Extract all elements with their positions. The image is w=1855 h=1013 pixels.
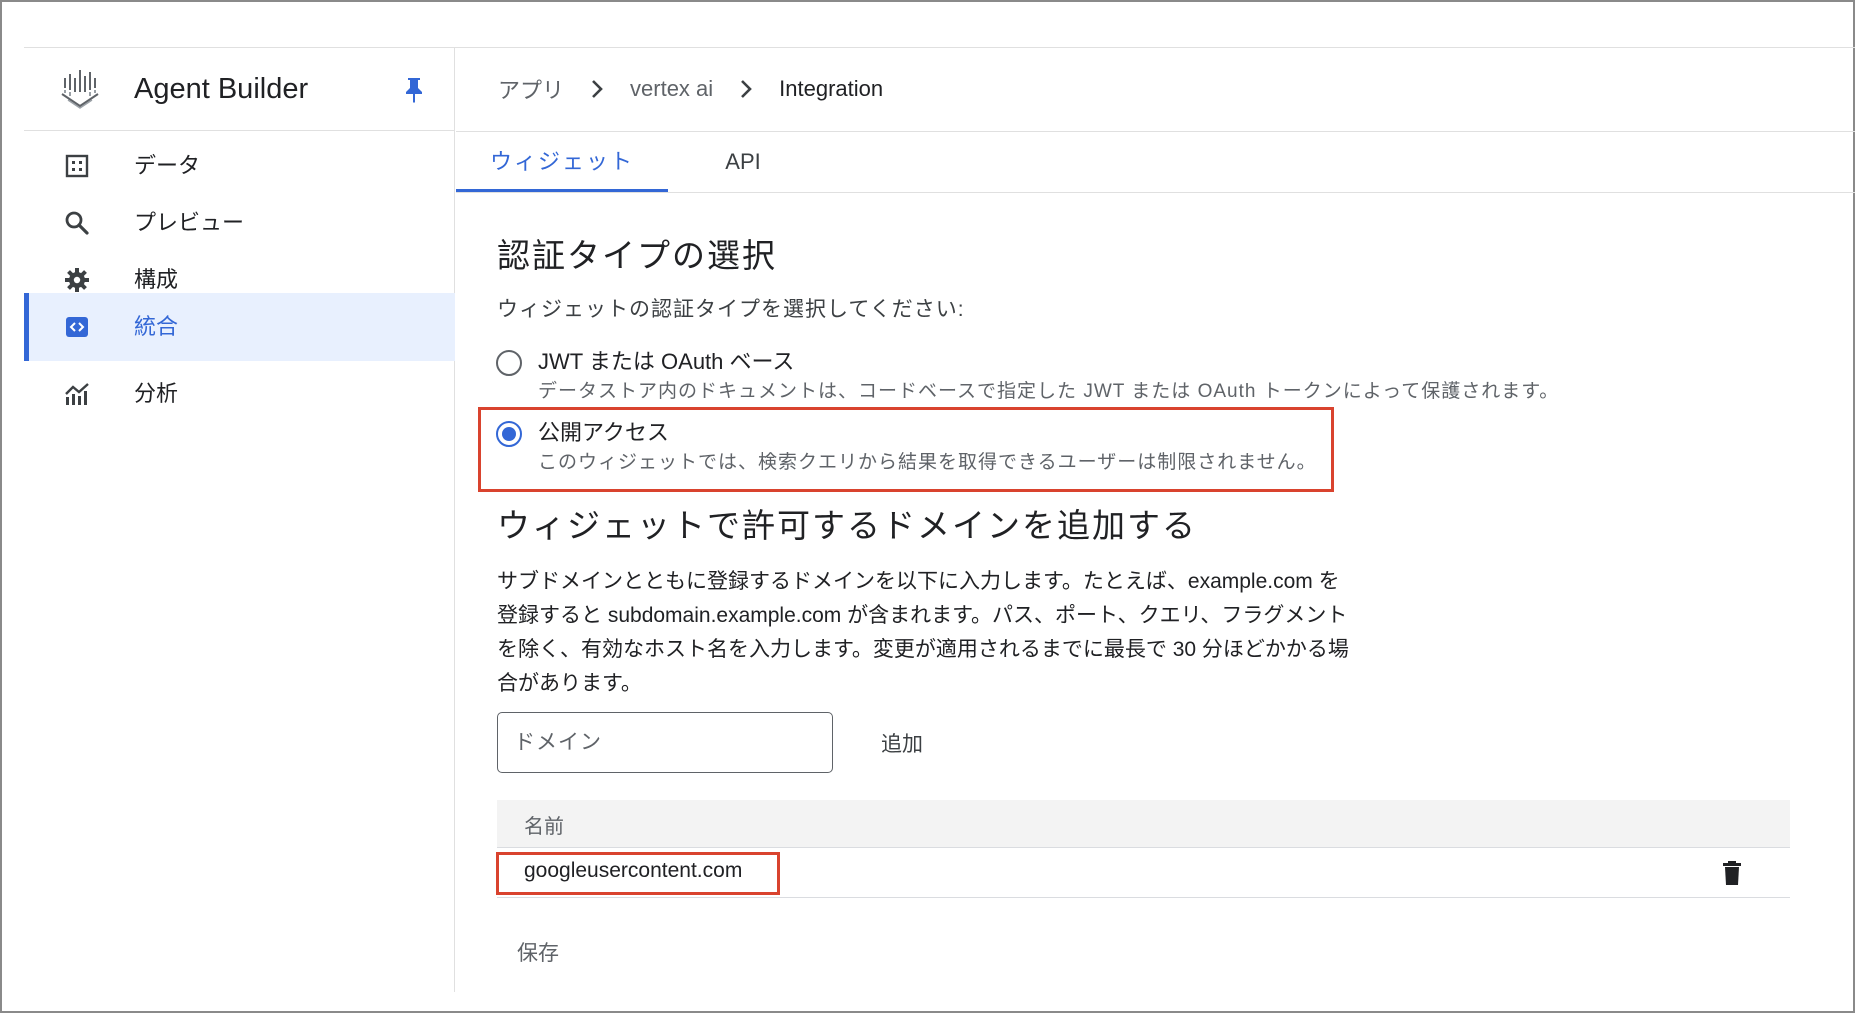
sidebar-item-label: 分析 bbox=[134, 381, 179, 406]
code-icon bbox=[66, 317, 88, 337]
sidebar-item-label: データ bbox=[134, 153, 201, 178]
breadcrumb-item-current: Integration bbox=[779, 76, 884, 101]
breadcrumb-item-app[interactable]: vertex ai bbox=[630, 76, 713, 102]
save-button[interactable]: 保存 bbox=[497, 932, 581, 972]
search-icon bbox=[65, 211, 89, 235]
breadcrumb: アプリ vertex ai Integration bbox=[498, 74, 883, 104]
breadcrumb-item-apps[interactable]: アプリ bbox=[498, 73, 564, 105]
chevron-right-icon bbox=[741, 80, 753, 98]
sidebar-item-analytics[interactable]: 分析 bbox=[24, 360, 455, 428]
auth-section-title: 認証タイプの選択 bbox=[497, 237, 777, 274]
column-header-name: 名前 bbox=[524, 816, 564, 838]
sidebar-item-label: 統合 bbox=[134, 314, 179, 339]
domain-table-header: 名前 bbox=[497, 800, 1790, 848]
domain-section-title: ウィジェットで許可するドメインを追加する bbox=[497, 507, 1197, 544]
tab-widget[interactable]: ウィジェット bbox=[456, 132, 668, 192]
add-domain-button[interactable]: 追加 bbox=[862, 712, 942, 773]
app-title: Agent Builder bbox=[134, 73, 309, 105]
highlight-box-public-access bbox=[478, 407, 1334, 492]
data-grid-icon bbox=[65, 154, 89, 178]
auth-prompt: ウィジェットの認証タイプを選択してください: bbox=[497, 298, 965, 321]
chevron-right-icon bbox=[592, 80, 603, 98]
radio-button-jwt-oauth[interactable] bbox=[496, 350, 522, 376]
sidebar-item-label: プレビュー bbox=[134, 210, 245, 235]
sidebar-item-integration[interactable]: 統合 bbox=[24, 293, 455, 361]
tab-api[interactable]: API bbox=[668, 132, 818, 192]
sidebar: Agent Builder データ プレビュー 構成 統合 分析 bbox=[24, 48, 455, 992]
radio-label: JWT または OAuth ベース bbox=[538, 349, 795, 374]
trash-icon[interactable] bbox=[1720, 859, 1744, 887]
radio-description: データストア内のドキュメントは、コードベースで指定した JWT または OAut… bbox=[538, 381, 1560, 402]
domain-input[interactable] bbox=[497, 712, 833, 773]
sidebar-header: Agent Builder bbox=[24, 48, 455, 131]
agent-builder-logo-icon bbox=[61, 70, 99, 109]
gear-icon bbox=[65, 268, 89, 292]
domain-description: サブドメインとともに登録するドメインを以下に入力します。たとえば、example… bbox=[497, 570, 1349, 695]
sidebar-item-label: 構成 bbox=[134, 267, 179, 292]
highlight-box-domain bbox=[496, 852, 780, 895]
tab-divider bbox=[456, 192, 1855, 193]
analytics-icon bbox=[65, 383, 89, 405]
pin-icon[interactable] bbox=[402, 76, 426, 104]
